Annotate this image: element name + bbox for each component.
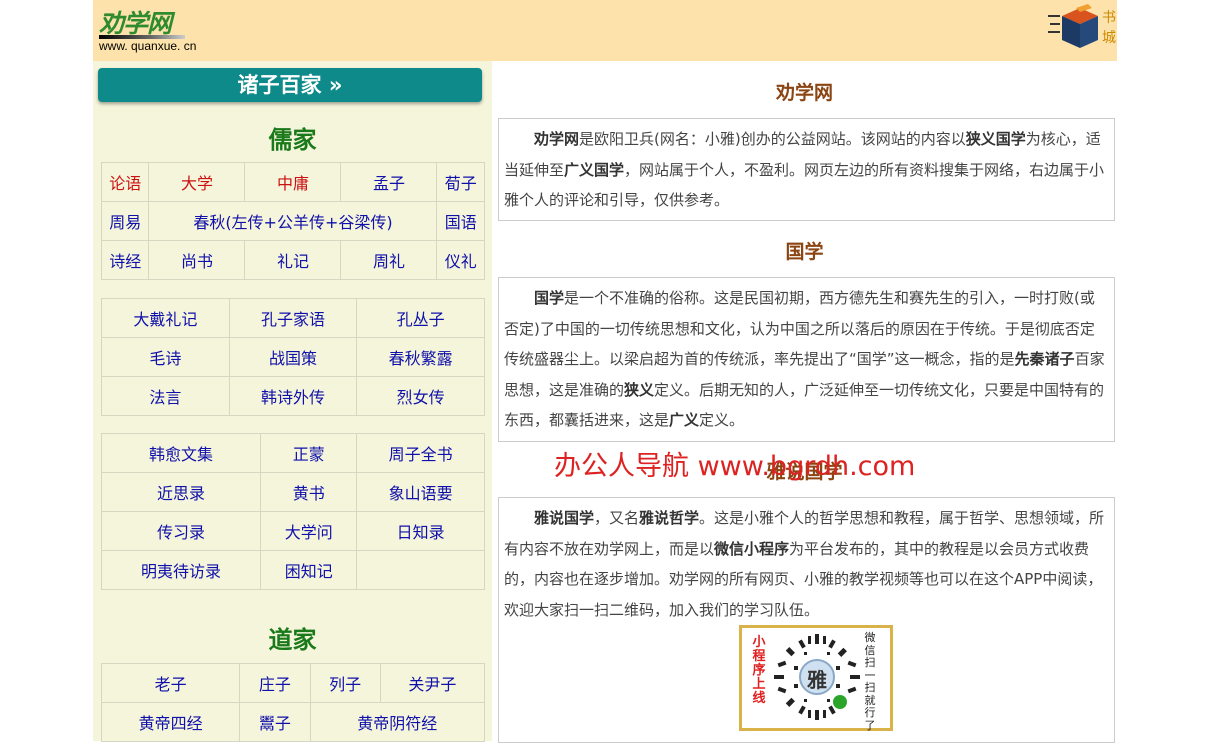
grid-row: 韩愈文集 正蒙 周子全书 [100, 433, 485, 473]
classic-link[interactable]: 荀子 [436, 162, 485, 202]
qr-left-label: 小程序上线 [752, 635, 766, 706]
classic-link[interactable]: 孔丛子 [356, 298, 485, 338]
classic-link[interactable]: 象山语要 [356, 472, 485, 512]
classic-link[interactable]: 大戴礼记 [101, 298, 230, 338]
section-title-guoxue: 国学 [785, 241, 824, 263]
taoist-table-1: 老子 庄子 列子 关尹子 黄帝四经 鬻子 黄帝阴符经 [100, 663, 486, 742]
section-guoxue-text: 国学是一个不准确的俗称。这是民国初期，西方德先生和赛先生的引入，一时打败(或否定… [498, 277, 1115, 442]
classic-link[interactable]: 春秋繁露 [356, 337, 485, 377]
grid-row: 论语 大学 中庸 孟子 荀子 [100, 162, 485, 202]
confucian-table-1: 论语 大学 中庸 孟子 荀子 周易 春秋(左传+公羊传+谷梁传) 国语 诗经 尚书 礼记 周礼 仪礼 [100, 162, 485, 280]
book-box-icon [1048, 4, 1098, 48]
classic-link[interactable]: 传习录 [100, 511, 262, 551]
classic-link[interactable]: 周易 [100, 201, 150, 241]
main-content: 劝学网 劝学网是欧阳卫兵(网名：小雅)创办的公益网站。该网站的内容以狭义国学为核… [492, 61, 1117, 743]
grid-row: 传习录 大学问 日知录 [100, 511, 485, 551]
classic-link[interactable]: 庄子 [239, 663, 311, 703]
classic-link[interactable]: 大学问 [260, 511, 358, 551]
classic-link[interactable]: 关尹子 [379, 663, 486, 703]
classic-link[interactable]: 韩诗外传 [228, 376, 358, 416]
classic-link[interactable]: 黄帝四经 [100, 702, 241, 742]
classic-link[interactable]: 中庸 [244, 162, 342, 202]
site-url: www. quanxue. cn [99, 39, 197, 53]
classic-link[interactable]: 诗经 [100, 240, 150, 280]
body-bold-term: 广义国学 [564, 160, 625, 179]
body-bold-term: 狭义国学 [965, 130, 1026, 148]
sidebar: 诸子百家 » 儒家 论语 大学 中庸 孟子 荀子 周易 春秋(左传+公羊传+谷梁传) 国语 诗经… [93, 61, 492, 742]
body-bold-term: 狭义 [624, 380, 655, 399]
zhuzi-baijia-button[interactable]: 诸子百家 » [98, 68, 482, 102]
body-bold-term: 先秦诸子 [1014, 350, 1075, 368]
classic-link[interactable]: 明夷待访录 [100, 550, 262, 590]
qr-right-label: 微信扫一扫就行了 [864, 631, 876, 732]
page: 劝学网 www. quanxue. cn 书城 诸子百家 » 儒家 论语 大学 中庸… [93, 0, 1117, 743]
classic-link[interactable]: 黄帝阴符经 [309, 702, 485, 742]
classic-link[interactable]: 春秋(左传+公羊传+谷梁传) [148, 201, 438, 241]
classic-link[interactable]: 论语 [100, 162, 150, 202]
site-header: 劝学网 www. quanxue. cn 书城 [93, 0, 1117, 62]
qr-center-char: 雅 [807, 668, 827, 692]
confucian-table-2: 大戴礼记 孔子家语 孔丛子 毛诗 战国策 春秋繁露 法言 韩诗外传 烈女传 [101, 298, 485, 416]
grid-row: 近思录 黄书 象山语要 [100, 472, 485, 512]
classic-link[interactable]: 近思录 [100, 472, 262, 512]
classic-link[interactable]: 烈女传 [356, 376, 485, 416]
classic-link[interactable]: 日知录 [356, 511, 485, 551]
confucian-table-3: 韩愈文集 正蒙 周子全书 近思录 黄书 象山语要 传习录 大学问 日知录 明夷待访录 困知记 [100, 433, 485, 590]
classic-link[interactable]: 法言 [101, 376, 230, 416]
body-bold-term: 雅说哲学 [639, 509, 700, 527]
grid-row: 毛诗 战国策 春秋繁露 [101, 337, 485, 377]
grid-row: 法言 韩诗外传 烈女传 [101, 376, 485, 416]
body-bold-term: 劝学网 [534, 130, 580, 148]
classic-link[interactable]: 大学 [148, 162, 246, 202]
classic-link[interactable]: 战国策 [228, 337, 358, 377]
classic-link[interactable]: 国语 [436, 201, 485, 241]
body-bold-term: 广义 [669, 411, 700, 429]
classic-link[interactable]: 周礼 [340, 240, 438, 280]
classic-link[interactable]: 韩愈文集 [100, 433, 262, 473]
grid-row: 周易 春秋(左传+公羊传+谷梁传) 国语 [100, 201, 485, 241]
bookstore-link[interactable]: 书城 [1048, 4, 1116, 52]
classic-link[interactable]: 老子 [100, 663, 241, 703]
section-quanxue-text: 劝学网是欧阳卫兵(网名：小雅)创办的公益网站。该网站的内容以狭义国学为核心，适当… [498, 118, 1115, 221]
body-bold-term: 雅说国学 [534, 509, 595, 527]
classic-link[interactable]: 礼记 [244, 240, 342, 280]
classic-link[interactable]: 尚书 [148, 240, 246, 280]
classic-link[interactable]: 鬻子 [239, 702, 311, 742]
mini-program-qr-code[interactable]: 小程序上线 雅 微信扫一扫就行了 [739, 625, 893, 731]
classic-link[interactable]: 毛诗 [101, 337, 230, 377]
taoist-title: 道家 [268, 626, 317, 654]
classic-link[interactable]: 黄书 [260, 472, 358, 512]
empty-cell [356, 550, 485, 590]
section-title-quanxue: 劝学网 [775, 82, 833, 104]
classic-link[interactable]: 仪礼 [436, 240, 485, 280]
body-text: ，又名 [594, 509, 640, 527]
classic-link[interactable]: 困知记 [260, 550, 358, 590]
body-bold-term: 微信小程序 [714, 539, 790, 558]
grid-row: 黄帝四经 鬻子 黄帝阴符经 [100, 702, 485, 742]
grid-row: 明夷待访录 困知记 [100, 550, 485, 590]
classic-link[interactable]: 正蒙 [260, 433, 358, 473]
grid-row: 诗经 尚书 礼记 周礼 仪礼 [100, 240, 485, 280]
classic-link[interactable]: 孟子 [340, 162, 438, 202]
classic-link[interactable]: 孔子家语 [228, 298, 358, 338]
watermark: 办公人导航 www.bgrdh.com [554, 451, 916, 482]
classic-link[interactable]: 列子 [309, 663, 381, 703]
body-text: 定义。 [699, 411, 745, 429]
bookstore-label: 书城 [1102, 10, 1116, 46]
body-text: 是一个不准确的俗称。这是民国初期，西方德先生和赛先生的引入，一时打败(或否定)了… [504, 289, 1095, 368]
confucian-title: 儒家 [268, 126, 317, 154]
grid-row: 大戴礼记 孔子家语 孔丛子 [101, 298, 485, 338]
classic-link[interactable]: 周子全书 [356, 433, 485, 473]
body-bold-term: 国学 [534, 289, 565, 307]
body-text: 是欧阳卫兵(网名：小雅)创办的公益网站。该网站的内容以 [579, 130, 966, 148]
grid-row: 老子 庄子 列子 关尹子 [100, 663, 486, 703]
